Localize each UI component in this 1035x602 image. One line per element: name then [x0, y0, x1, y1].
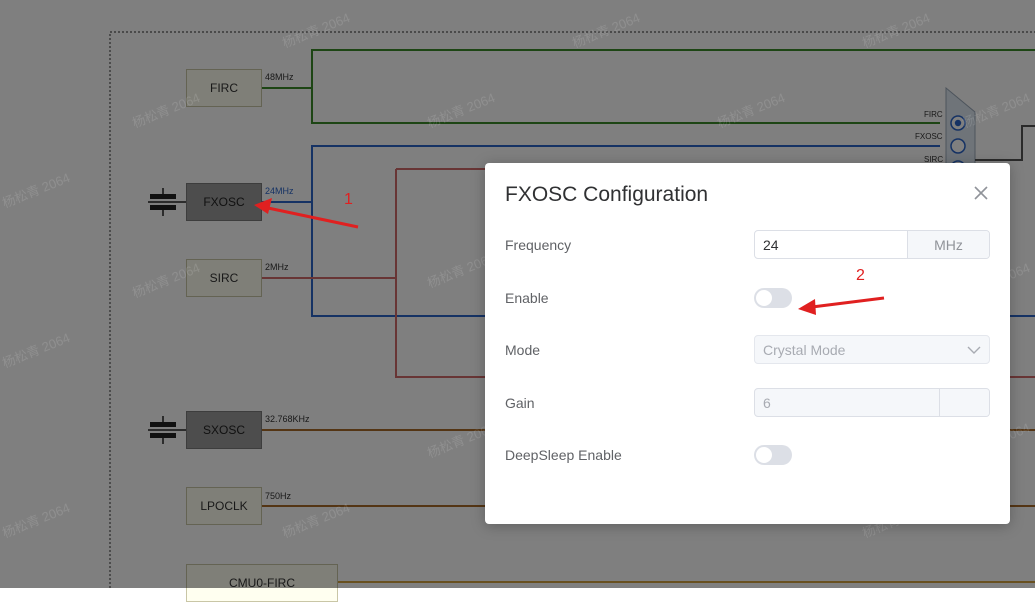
close-icon[interactable]	[971, 183, 991, 203]
enable-label: Enable	[505, 290, 549, 306]
watermark: 杨松青 2064	[0, 330, 73, 371]
watermark: 杨松青 2064	[960, 90, 1033, 131]
frequency-unit: MHz	[907, 231, 989, 258]
watermark: 杨松青 2064	[425, 90, 498, 131]
mode-select[interactable]: Crystal Mode	[754, 335, 990, 364]
gain-input-group: 6	[754, 388, 990, 417]
watermark: 杨松青 2064	[0, 170, 73, 211]
annotation-label-1: 1	[344, 191, 353, 208]
dialog-title: FXOSC Configuration	[505, 183, 709, 206]
gain-input[interactable]: 6	[755, 389, 939, 416]
watermark: 杨松青 2064	[280, 500, 353, 541]
gain-label: Gain	[505, 395, 535, 411]
switch-knob	[756, 447, 772, 463]
watermark: 杨松青 2064	[860, 10, 933, 51]
gain-stepper[interactable]	[939, 389, 989, 416]
watermark: 杨松青 2064	[715, 90, 788, 131]
frequency-label: Frequency	[505, 237, 572, 253]
frequency-input[interactable]: 24	[755, 231, 907, 258]
annotation-label-2: 2	[856, 267, 865, 284]
watermark: 杨松青 2064	[130, 260, 203, 301]
switch-knob	[756, 290, 772, 306]
frequency-input-group: 24 MHz	[754, 230, 990, 259]
mode-select-value: Crystal Mode	[763, 341, 846, 358]
chevron-down-icon	[959, 346, 989, 354]
enable-switch[interactable]	[754, 288, 792, 308]
deepsleep-switch[interactable]	[754, 445, 792, 465]
deepsleep-label: DeepSleep Enable	[505, 447, 622, 463]
watermark: 杨松青 2064	[280, 10, 353, 51]
mode-label: Mode	[505, 342, 541, 358]
watermark: 杨松青 2064	[130, 90, 203, 131]
fxosc-config-dialog: FXOSC Configuration Frequency 24 MHz Ena…	[485, 163, 1010, 524]
watermark: 杨松青 2064	[570, 10, 643, 51]
watermark: 杨松青 2064	[0, 500, 73, 541]
